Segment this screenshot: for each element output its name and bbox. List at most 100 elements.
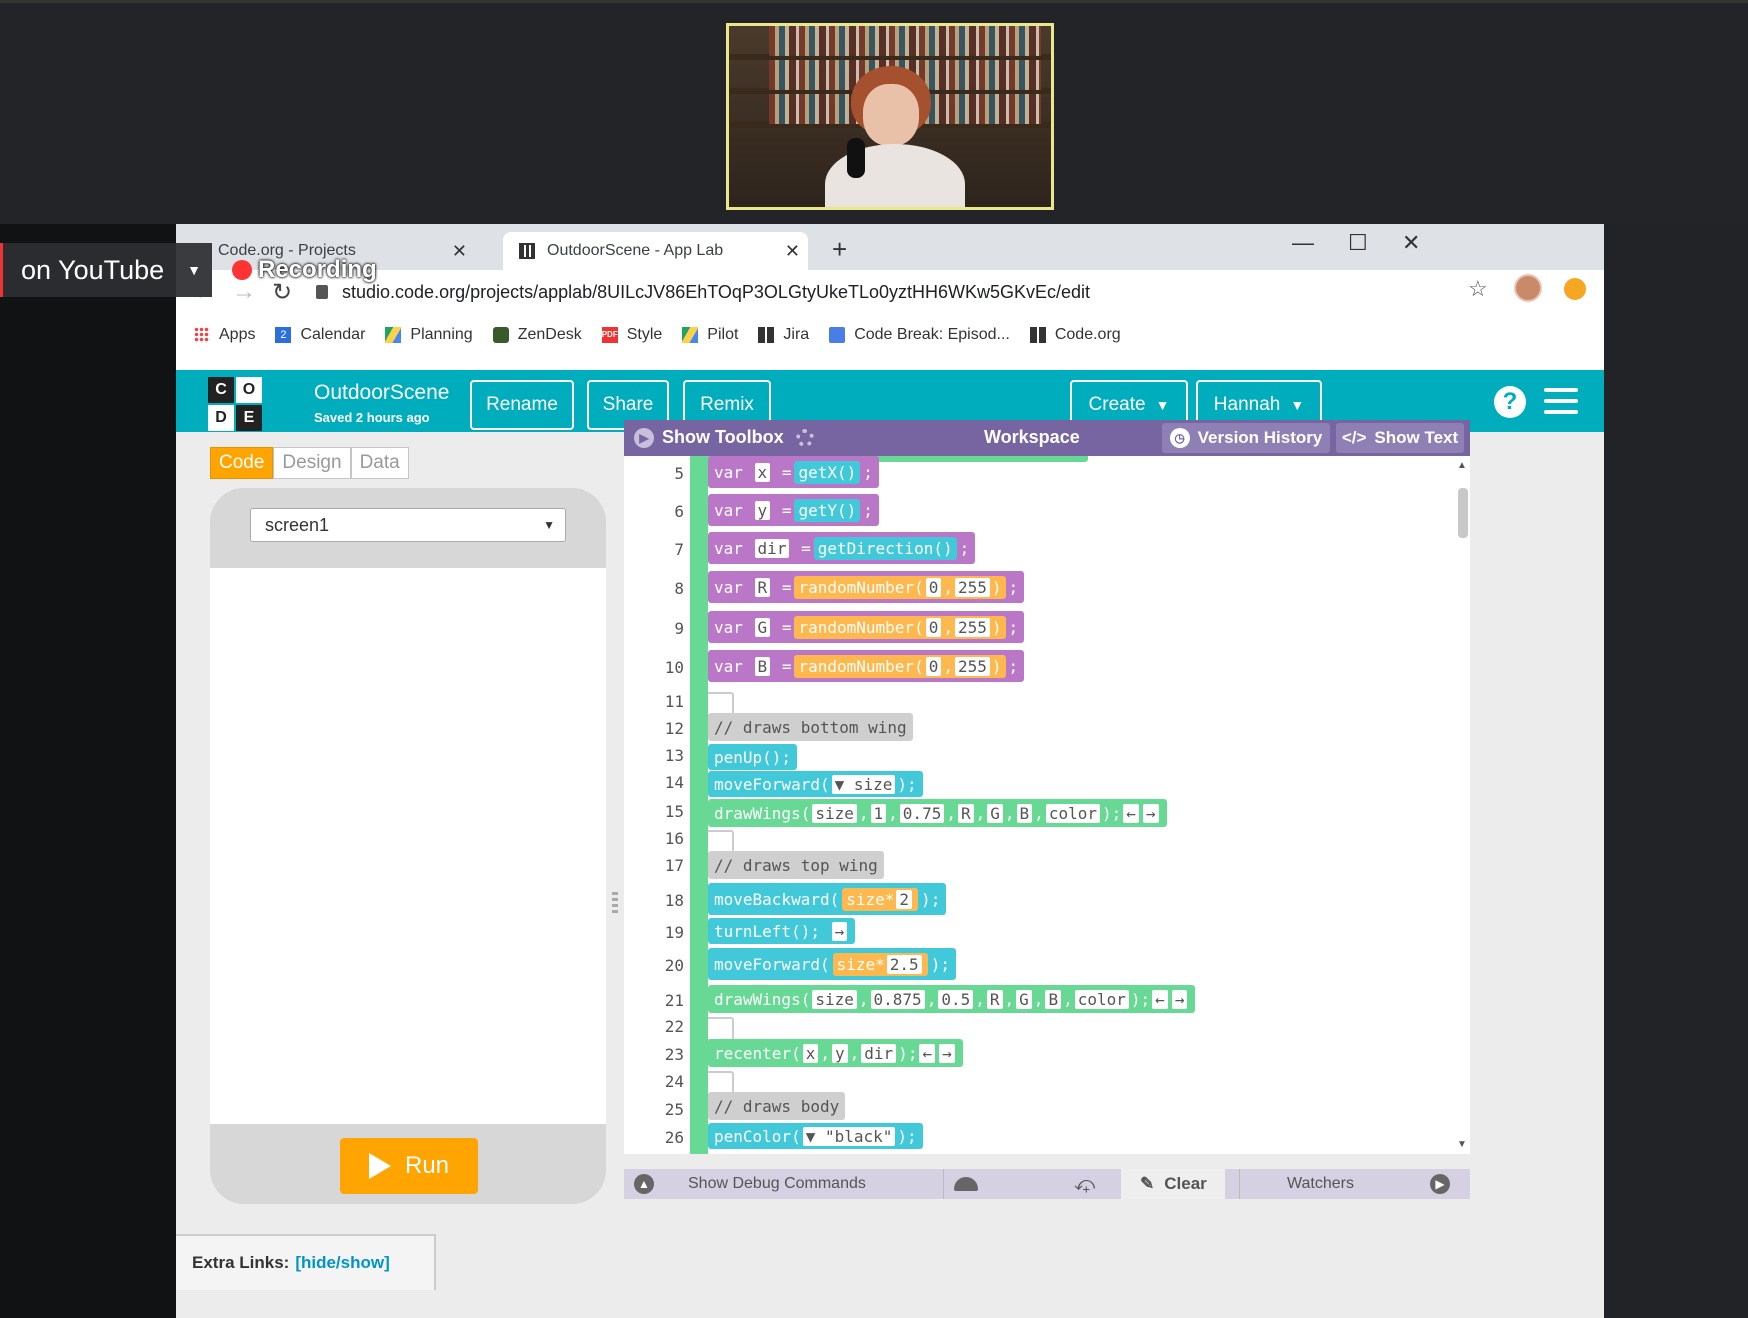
bookmark-star-icon[interactable]: ☆ [1468,276,1488,302]
add-arg-icon[interactable]: → [1171,989,1188,1009]
gear-icon[interactable] [795,428,814,447]
bookmark-code-break[interactable]: Code Break: Episod... [829,326,1010,344]
scroll-thumb[interactable] [1458,488,1468,538]
code-scrollbar[interactable]: ▲ ▼ [1454,456,1470,1154]
recording-indicator: Recording [232,256,377,284]
debug-controls: ⤽ ✎ Clear [944,1169,1240,1199]
bookmark-pilot[interactable]: Pilot [682,326,738,344]
pencolor-block[interactable]: penColor(▼ "black"); [708,1123,923,1149]
mode-design[interactable]: Design [273,447,351,479]
codeorg-logo[interactable]: C O D E [208,377,262,431]
show-text-button[interactable]: </> Show Text [1336,423,1464,453]
penup-block[interactable]: penUp(); [708,744,798,770]
calendar-icon: 2 [275,327,292,343]
help-icon[interactable]: ? [1494,386,1526,418]
show-debug-commands-button[interactable]: ▲ Show Debug Commands [624,1169,944,1199]
tab-outdoorscene[interactable]: OutdoorScene - App Lab ✕ [503,232,808,270]
clear-button[interactable]: ✎ Clear [1121,1169,1226,1199]
line-number: 24 [664,1072,684,1091]
mode-code[interactable]: Code [210,447,274,479]
line-number: 10 [664,658,684,677]
extension-icon[interactable] [1564,278,1586,300]
line-number: 9 [674,619,684,638]
drawwings-block[interactable]: drawWings(size, 0.875, 0.5, R, G, B, color); ←… [708,985,1196,1013]
record-dot-icon [232,260,252,280]
code-workspace[interactable]: 5 6 7 8 9 10 11 12 13 14 15 16 17 18 19 … [624,456,1470,1154]
remove-arg-icon[interactable]: ← [919,1043,936,1063]
code-icon: </> [1341,428,1367,447]
line-number: 12 [664,719,684,738]
moveforward-block[interactable]: moveForward(▼ size); [708,771,923,797]
youtube-live-badge[interactable]: on YouTube ▼ [0,243,212,297]
moveforward-block[interactable]: moveForward(size * 2.5); [708,948,956,980]
var-block[interactable]: var y = getY() ; [708,494,879,526]
webcam-feed [726,23,1054,210]
var-block[interactable]: var R = randomNumber(0, 255) ; [708,571,1025,603]
bookmark-planning[interactable]: Planning [385,326,473,344]
comment-block[interactable]: // draws top wing [708,851,884,879]
scroll-up-icon[interactable]: ▲ [1457,460,1467,471]
hide-show-link[interactable]: [hide/show] [295,1253,389,1273]
video-band [0,0,1748,224]
bookmark-style[interactable]: PDF Style [601,326,662,344]
line-number: 21 [664,991,684,1010]
add-arg-icon[interactable]: → [1142,803,1159,823]
profile-avatar[interactable] [1514,274,1542,302]
hamburger-menu-icon[interactable] [1544,388,1578,421]
line-number: 22 [664,1017,684,1036]
rabbit-icon[interactable]: ⤽ [1074,1173,1095,1196]
version-history-button[interactable]: ◷ Version History [1162,423,1330,453]
play-icon [368,1153,391,1179]
resize-handle[interactable] [612,892,618,914]
mode-data[interactable]: Data [350,447,409,479]
run-button[interactable]: Run [340,1138,478,1194]
caret-down-icon: ▼ [1290,397,1305,413]
maximize-icon[interactable]: ☐ [1348,230,1368,256]
comment-block[interactable]: // draws body [708,1092,846,1120]
var-block[interactable]: var B = randomNumber(0, 255) ; [708,650,1025,682]
remove-arg-icon[interactable]: ← [1152,989,1168,1009]
line-number: 19 [664,923,684,942]
add-arg-icon[interactable]: → [939,1043,955,1063]
eraser-icon: ✎ [1140,1174,1155,1193]
line-number: 7 [674,540,684,559]
turtle-icon[interactable] [954,1177,978,1191]
url-text: studio.code.org/projects/applab/8UILcJV8… [342,281,1091,302]
watchers-button[interactable]: Watchers ▶ [1240,1169,1468,1199]
minimize-icon[interactable]: — [1292,230,1314,256]
var-block[interactable]: var dir = getDirection() ; [708,532,976,564]
app-screen[interactable] [210,568,606,1124]
remove-arg-icon[interactable]: ← [1123,803,1139,823]
bookmark-calendar[interactable]: 2 Calendar [275,326,365,344]
bookmark-jira[interactable]: Jira [758,326,809,344]
close-tab-icon[interactable]: ✕ [785,241,800,262]
var-block[interactable]: var G = randomNumber(0, 255) ; [708,611,1025,643]
recenter-block[interactable]: recenter(x, y, dir); ← → [708,1039,963,1067]
new-tab-button[interactable]: + [832,234,847,265]
turnleft-block[interactable]: turnLeft(); → [708,918,856,944]
pdf-icon: PDF [601,327,618,343]
url-field[interactable]: studio.code.org/projects/applab/8UILcJV8… [316,276,1496,308]
caret-down-icon[interactable]: ▼ [176,243,212,297]
var-block[interactable]: var x = getX() ; [708,456,879,488]
comment-block[interactable]: // draws bottom wing [708,713,913,741]
apps-grid-icon [194,327,210,343]
empty-line-slot[interactable] [708,1017,734,1041]
scroll-down-icon[interactable]: ▼ [1457,1139,1467,1150]
bookmark-zendesk[interactable]: ZenDesk [492,326,582,344]
drawwings-block[interactable]: drawWings(size, 1, 0.75, R, G, B, color); ← → [708,799,1167,827]
close-tab-icon[interactable]: ✕ [452,241,467,262]
google-drive-icon [385,327,402,343]
codeorg-favicon-icon [519,243,535,259]
screen-select[interactable]: screen1 ▼ [250,508,566,542]
bookmark-apps[interactable]: Apps [194,326,255,344]
line-number: 11 [664,692,684,711]
add-arg-icon[interactable]: → [831,921,848,941]
jira-icon [758,327,775,343]
bookmark-codeorg[interactable]: Code.org [1029,326,1121,344]
show-toolbox-button[interactable]: ▶ Show Toolbox [634,427,814,448]
codeorg-favicon-icon [1029,327,1046,343]
close-window-icon[interactable]: ✕ [1402,230,1420,256]
rename-button[interactable]: Rename [470,380,574,430]
movebackward-block[interactable]: moveBackward(size * 2); [708,883,947,915]
